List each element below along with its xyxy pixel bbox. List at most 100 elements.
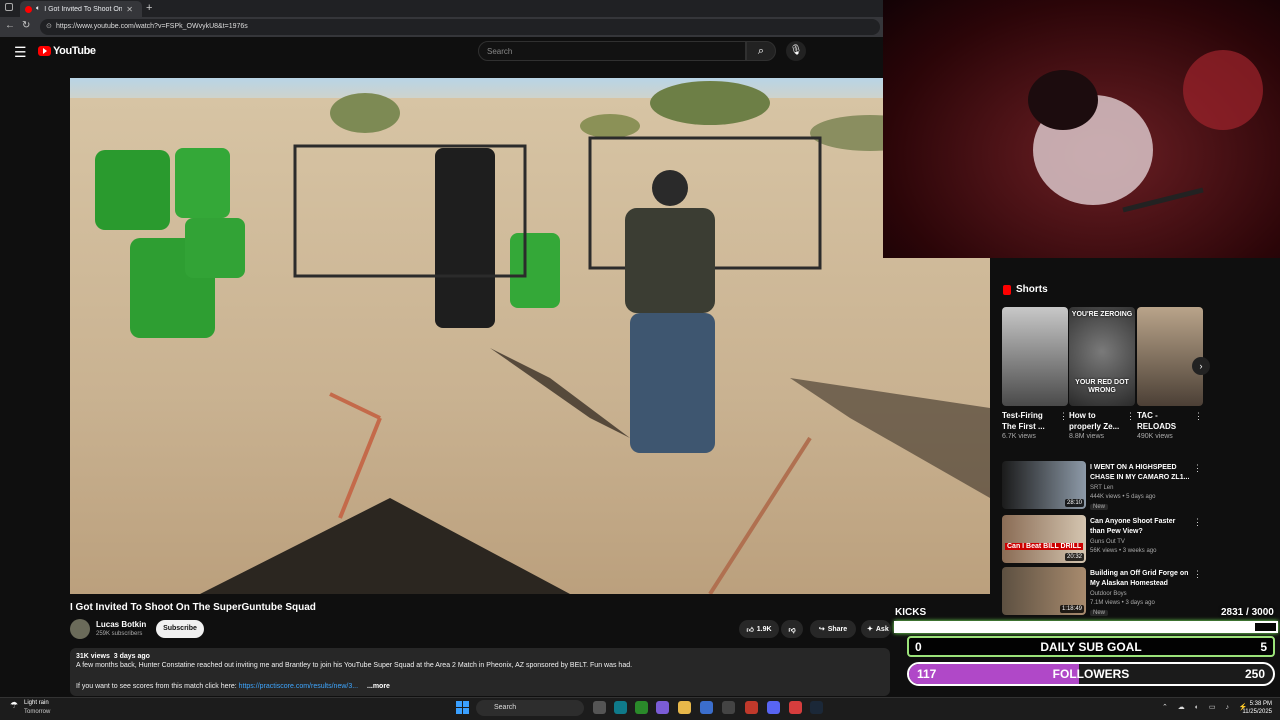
share-button[interactable]: ↪ Share <box>810 620 856 638</box>
video-meta: 444K views • 5 days ago <box>1090 494 1156 500</box>
video-title[interactable]: Can Anyone Shoot Faster than Pew View? <box>1090 517 1190 537</box>
like-count: 1.9K <box>756 625 772 633</box>
kicks-label: KICKS <box>895 607 927 618</box>
voice-search-button[interactable]: 🎙︎ <box>786 41 806 61</box>
more-options-icon[interactable]: ⋮ <box>1193 463 1202 474</box>
more-options-icon[interactable]: ⋮ <box>1194 411 1203 422</box>
video-title[interactable]: Building an Off Grid Forge on My Alaskan… <box>1090 569 1190 589</box>
more-options-icon[interactable]: ⋮ <box>1193 569 1202 580</box>
amazon-icon[interactable] <box>722 701 735 714</box>
kicks-progress-bar <box>894 621 1278 633</box>
shorts-next-button[interactable]: › <box>1192 357 1210 375</box>
subscribe-button[interactable]: Subscribe <box>156 620 204 638</box>
search-icon: ⌕ <box>757 45 765 57</box>
followers-label: FOLLOWERS <box>1052 667 1130 681</box>
description-link[interactable]: https://practiscore.com/results/new/3... <box>239 683 358 690</box>
clock[interactable]: 5:38 PM 11/25/2025 <box>1236 700 1272 716</box>
shorts-icon <box>1003 284 1011 295</box>
upload-date: 3 days ago <box>113 653 150 660</box>
back-icon[interactable]: ← <box>5 20 15 31</box>
video-player[interactable] <box>70 78 990 594</box>
more-options-icon[interactable]: ⋮ <box>1059 411 1068 422</box>
thumbs-up-icon: 👍︎ <box>746 626 754 634</box>
short-item[interactable]: TAC - RELOADS 490K views ⋮ <box>1137 307 1203 440</box>
discord-icon[interactable] <box>767 701 780 714</box>
start-button[interactable] <box>456 701 469 714</box>
short-overlay-bottom: YOUR RED DOT WRONG <box>1075 379 1129 394</box>
url-field[interactable]: https://www.youtube.com/watch?v=FSPk_OWv… <box>40 19 880 35</box>
youtube-play-icon <box>38 46 51 56</box>
more-options-icon[interactable]: ⋮ <box>1126 411 1135 422</box>
like-button[interactable]: 👍︎ 1.9K <box>739 620 779 638</box>
hamburger-menu-icon[interactable]: ☰ <box>14 44 27 61</box>
channel-name[interactable]: Lucas Botkin <box>96 620 146 629</box>
short-views: 6.7K views <box>1002 433 1036 440</box>
video-thumbnail[interactable]: 28:10 <box>1002 461 1086 509</box>
video-duration: 28:10 <box>1064 499 1084 507</box>
followers-target: 250 <box>1244 667 1265 681</box>
dislike-button[interactable]: 👎︎ <box>781 620 803 638</box>
channel-name[interactable]: Guns Out TV <box>1090 539 1125 545</box>
channel-name[interactable]: Outdoor Boys <box>1090 591 1127 597</box>
speaker-icon[interactable]: 🔈︎ <box>36 5 40 13</box>
video-frame-scene <box>95 81 990 594</box>
short-title[interactable]: Test-Firing The First ... <box>1002 410 1056 432</box>
view-count: 31K views <box>76 653 110 660</box>
channel-name[interactable]: SRT Len <box>1090 485 1113 491</box>
thumbs-down-icon: 👎︎ <box>788 626 796 634</box>
youtube-logo[interactable]: YouTube <box>38 45 96 57</box>
weather-icon[interactable]: ☂ <box>10 700 18 711</box>
search-input[interactable]: Search <box>478 41 746 61</box>
short-overlay-top: YOU'RE ZEROING <box>1071 311 1133 318</box>
channel-avatar[interactable] <box>70 619 90 639</box>
steam-icon[interactable] <box>810 701 823 714</box>
search-button[interactable]: ⌕ <box>746 41 776 61</box>
recommended-item[interactable]: 1:18:49 Building an Off Grid Forge on My… <box>1002 567 1212 617</box>
video-thumbnail[interactable]: Can I Beat BILL DRILL 20:32 <box>1002 515 1086 563</box>
microphone-icon: 🎙︎ <box>789 45 803 56</box>
short-thumbnail[interactable] <box>1002 307 1068 406</box>
reload-icon[interactable]: ↻ <box>22 20 30 31</box>
recommended-item[interactable]: Can I Beat BILL DRILL 20:32 Can Anyone S… <box>1002 515 1212 565</box>
weather-label[interactable]: Light rain <box>24 700 49 706</box>
youtube-app-icon[interactable] <box>745 701 758 714</box>
kicks-value: 2831 / 3000 <box>1221 607 1274 618</box>
obs-icon[interactable] <box>789 701 802 714</box>
webcam-overlay <box>883 0 1280 258</box>
short-views: 490K views <box>1137 433 1173 440</box>
chevron-right-icon: › <box>1199 361 1203 371</box>
show-more-button[interactable]: ...more <box>367 683 390 690</box>
short-title[interactable]: TAC - RELOADS <box>1137 410 1191 432</box>
copilot-icon[interactable] <box>656 701 669 714</box>
site-info-icon[interactable]: ⊙ <box>46 22 52 30</box>
file-explorer-icon[interactable] <box>678 701 691 714</box>
more-options-icon[interactable]: ⋮ <box>1193 517 1202 528</box>
task-view-icon[interactable] <box>593 701 606 714</box>
followers-current: 117 <box>917 667 937 681</box>
video-title[interactable]: I WENT ON A HIGHSPEED CHASE IN MY CAMARO… <box>1090 463 1190 483</box>
thumbnail-text: Can I Beat BILL DRILL <box>1005 543 1084 550</box>
description-meta: 31K views 3 days ago <box>76 653 150 660</box>
recommended-item[interactable]: 28:10 I WENT ON A HIGHSPEED CHASE IN MY … <box>1002 461 1212 511</box>
tab-title: I Got Invited To Shoot On The <box>44 5 123 13</box>
edge-icon[interactable] <box>614 701 627 714</box>
shorts-header: Shorts <box>1003 284 1048 295</box>
short-title[interactable]: How to properly Ze... <box>1069 410 1123 432</box>
youtube-logo-text: YouTube <box>53 45 96 57</box>
browser-tab[interactable]: 🔈︎ I Got Invited To Shoot On The ✕ <box>20 1 142 17</box>
ask-button[interactable]: ✦ Ask <box>861 620 891 638</box>
video-thumbnail[interactable]: 1:18:49 <box>1002 567 1086 615</box>
window-menu-icon[interactable] <box>5 3 13 11</box>
close-tab-icon[interactable]: ✕ <box>126 5 133 14</box>
store-icon[interactable] <box>700 701 713 714</box>
video-duration: 1:18:49 <box>1059 605 1084 613</box>
xbox-icon[interactable] <box>635 701 648 714</box>
taskbar-search[interactable]: Search <box>476 700 584 716</box>
short-item[interactable]: Test-Firing The First ... 6.7K views ⋮ <box>1002 307 1068 440</box>
short-item[interactable]: YOU'RE ZEROING YOUR RED DOT WRONG How to… <box>1069 307 1135 440</box>
short-thumbnail[interactable]: YOU'RE ZEROING YOUR RED DOT WRONG <box>1069 307 1135 406</box>
short-thumbnail[interactable] <box>1137 307 1203 406</box>
sub-goal-label: DAILY SUB GOAL <box>1040 639 1142 654</box>
youtube-favicon-icon <box>25 5 32 13</box>
new-tab-icon[interactable]: + <box>146 2 152 14</box>
